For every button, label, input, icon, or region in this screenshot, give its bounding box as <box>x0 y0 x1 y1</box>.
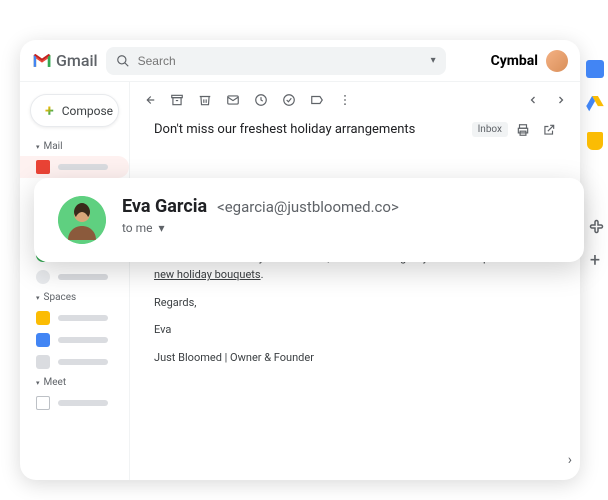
side-panel: + <box>580 46 608 270</box>
space-icon <box>36 311 50 325</box>
gmail-logo[interactable]: Gmail <box>32 51 98 70</box>
prev-icon[interactable] <box>526 93 540 107</box>
back-icon[interactable] <box>142 93 156 107</box>
recipient-line[interactable]: to me ▾ <box>122 221 399 235</box>
message-subject: Don't miss our freshest holiday arrangem… <box>154 122 464 137</box>
inbox-label-chip[interactable]: Inbox <box>472 122 508 137</box>
sidebar-item-space[interactable] <box>20 307 129 329</box>
chevron-down-icon: ▾ <box>159 221 165 235</box>
sidebar-item[interactable] <box>20 266 129 288</box>
archive-icon[interactable] <box>170 93 184 107</box>
message-pane: Don't miss our freshest holiday arrangem… <box>130 82 580 480</box>
chevron-down-icon: ▾ <box>36 294 40 302</box>
account-avatar[interactable] <box>546 50 568 72</box>
signature-regards: Regards, <box>154 294 556 312</box>
section-spaces[interactable]: ▾Spaces <box>20 288 129 307</box>
calendar-app-icon[interactable] <box>586 60 604 78</box>
sender-name: Eva Garcia <box>122 196 207 217</box>
snooze-icon[interactable] <box>254 93 268 107</box>
main-area: + Compose ▾Mail ☆ ▾Spaces ▾Meet <box>20 82 580 480</box>
compose-button[interactable]: + Compose <box>30 94 119 127</box>
app-name: Gmail <box>56 51 98 70</box>
sender-email: <egarcia@justbloomed.co> <box>217 198 399 216</box>
search-bar[interactable]: ▾ <box>106 47 446 75</box>
plus-icon: + <box>45 101 54 120</box>
sender-avatar[interactable] <box>58 196 106 244</box>
search-options-icon[interactable]: ▾ <box>431 55 436 66</box>
addons-icon[interactable] <box>586 216 604 234</box>
next-icon[interactable] <box>554 93 568 107</box>
label-icon[interactable] <box>310 93 324 107</box>
chevron-down-icon: ▾ <box>36 143 40 151</box>
signature-name: Eva <box>154 321 556 339</box>
search-icon <box>116 54 130 68</box>
sidebar-item-space[interactable] <box>20 351 129 373</box>
sidebar-item-space[interactable] <box>20 329 129 351</box>
sidebar-item-inbox[interactable] <box>20 156 129 178</box>
print-icon[interactable] <box>516 123 530 137</box>
delete-icon[interactable] <box>198 93 212 107</box>
mark-unread-icon[interactable] <box>226 93 240 107</box>
sender-card: Eva Garcia <egarcia@justbloomed.co> to m… <box>34 178 584 262</box>
subject-row: Don't miss our freshest holiday arrangem… <box>130 118 580 149</box>
open-new-window-icon[interactable] <box>542 123 556 137</box>
sender-info: Eva Garcia <egarcia@justbloomed.co> to m… <box>122 196 399 235</box>
signature-title: Just Bloomed | Owner & Founder <box>154 349 556 367</box>
section-mail[interactable]: ▾Mail <box>20 137 129 156</box>
chevron-down-icon: ▾ <box>36 379 40 387</box>
space-icon <box>36 333 50 347</box>
collapse-rail-icon[interactable]: › <box>568 452 572 468</box>
search-input[interactable] <box>138 54 423 68</box>
section-meet[interactable]: ▾Meet <box>20 373 129 392</box>
body-link[interactable]: new holiday bouquets <box>154 268 261 281</box>
inbox-icon <box>36 160 50 174</box>
add-task-icon[interactable] <box>282 93 296 107</box>
top-bar: Gmail ▾ Cymbal <box>20 40 580 82</box>
contact-icon <box>36 270 50 284</box>
more-icon[interactable] <box>338 93 352 107</box>
get-addons-icon[interactable]: + <box>586 252 604 270</box>
sidebar-item-meet[interactable] <box>20 392 129 414</box>
workspace-brand: Cymbal <box>491 53 538 69</box>
message-toolbar <box>130 82 580 118</box>
drive-app-icon[interactable] <box>586 96 604 114</box>
compose-label: Compose <box>62 104 113 118</box>
gmail-icon <box>32 53 52 69</box>
sidebar: + Compose ▾Mail ☆ ▾Spaces ▾Meet <box>20 82 130 480</box>
keep-app-icon[interactable] <box>587 132 603 150</box>
calendar-icon <box>36 396 50 410</box>
space-icon <box>36 355 50 369</box>
